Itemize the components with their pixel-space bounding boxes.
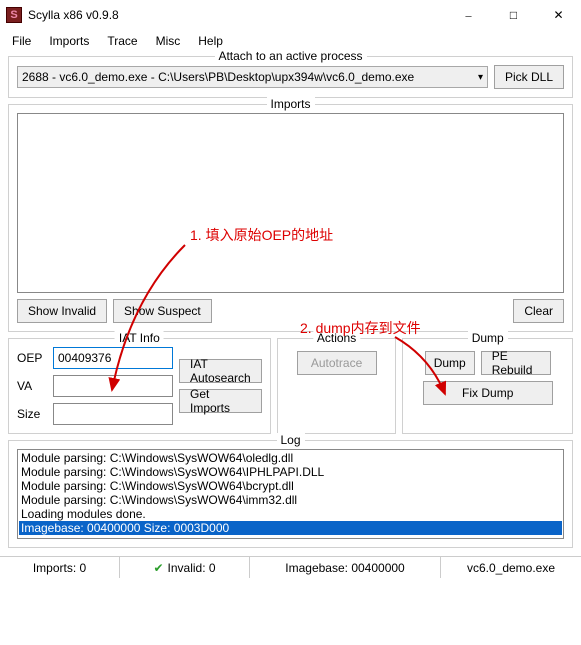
get-imports-button[interactable]: Get Imports xyxy=(179,389,262,413)
menu-imports[interactable]: Imports xyxy=(41,32,97,50)
imports-group: Imports Show Invalid Show Suspect Clear xyxy=(8,104,573,332)
show-suspect-button[interactable]: Show Suspect xyxy=(113,299,212,323)
actions-legend: Actions xyxy=(313,331,360,345)
dump-legend: Dump xyxy=(468,331,508,345)
process-combobox[interactable]: 2688 - vc6.0_demo.exe - C:\Users\PB\Desk… xyxy=(17,66,488,88)
process-selected: 2688 - vc6.0_demo.exe - C:\Users\PB\Desk… xyxy=(22,70,414,84)
status-exe: vc6.0_demo.exe xyxy=(441,557,581,578)
close-button[interactable]: ✕ xyxy=(536,0,581,30)
log-line: Module parsing: C:\Windows\SysWOW64\imm3… xyxy=(19,493,562,507)
log-line: Loading modules done. xyxy=(19,507,562,521)
size-input[interactable] xyxy=(53,403,173,425)
imports-listbox[interactable] xyxy=(17,113,564,293)
oep-input[interactable] xyxy=(53,347,173,369)
log-line: Module parsing: C:\Windows\SysWOW64\bcry… xyxy=(19,479,562,493)
log-listbox[interactable]: Module parsing: C:\Windows\SysWOW64\oled… xyxy=(17,449,564,539)
show-invalid-button[interactable]: Show Invalid xyxy=(17,299,107,323)
dump-button[interactable]: Dump xyxy=(425,351,475,375)
menu-trace[interactable]: Trace xyxy=(99,32,145,50)
va-input[interactable] xyxy=(53,375,173,397)
statusbar: Imports: 0 ✔ Invalid: 0 Imagebase: 00400… xyxy=(0,556,581,578)
va-label: VA xyxy=(17,379,47,393)
menu-help[interactable]: Help xyxy=(190,32,231,50)
check-icon: ✔ xyxy=(153,561,163,575)
oep-label: OEP xyxy=(17,351,47,365)
dump-group: Dump Dump PE Rebuild Fix Dump xyxy=(402,338,573,434)
app-icon: S xyxy=(6,7,22,23)
minimize-button[interactable]: – xyxy=(446,0,491,30)
iat-legend: IAT Info xyxy=(115,331,164,345)
clear-button[interactable]: Clear xyxy=(513,299,564,323)
menu-file[interactable]: File xyxy=(4,32,39,50)
log-line: Module parsing: C:\Windows\SysWOW64\oled… xyxy=(19,451,562,465)
pick-dll-button[interactable]: Pick DLL xyxy=(494,65,564,89)
titlebar: S Scylla x86 v0.9.8 – □ ✕ xyxy=(0,0,581,30)
log-line-selected: Imagebase: 00400000 Size: 0003D000 xyxy=(19,521,562,535)
window-title: Scylla x86 v0.9.8 xyxy=(28,8,446,22)
log-group: Log Module parsing: C:\Windows\SysWOW64\… xyxy=(8,440,573,548)
status-imports: Imports: 0 xyxy=(0,557,120,578)
chevron-down-icon: ▾ xyxy=(478,72,483,83)
menu-misc[interactable]: Misc xyxy=(148,32,189,50)
status-imagebase: Imagebase: 00400000 xyxy=(250,557,441,578)
status-invalid: ✔ Invalid: 0 xyxy=(120,557,250,578)
log-line: Module parsing: C:\Windows\SysWOW64\IPHL… xyxy=(19,465,562,479)
log-legend: Log xyxy=(276,433,304,447)
iat-info-group: IAT Info OEP IAT Autosearch Get Imports … xyxy=(8,338,271,434)
pe-rebuild-button[interactable]: PE Rebuild xyxy=(481,351,551,375)
imports-legend: Imports xyxy=(266,97,314,111)
fix-dump-button[interactable]: Fix Dump xyxy=(423,381,553,405)
size-label: Size xyxy=(17,407,47,421)
iat-autosearch-button[interactable]: IAT Autosearch xyxy=(179,359,262,383)
actions-group: Actions Autotrace xyxy=(277,338,397,434)
autotrace-button[interactable]: Autotrace xyxy=(297,351,377,375)
attach-group: Attach to an active process 2688 - vc6.0… xyxy=(8,56,573,98)
maximize-button[interactable]: □ xyxy=(491,0,536,30)
attach-legend: Attach to an active process xyxy=(214,49,366,63)
